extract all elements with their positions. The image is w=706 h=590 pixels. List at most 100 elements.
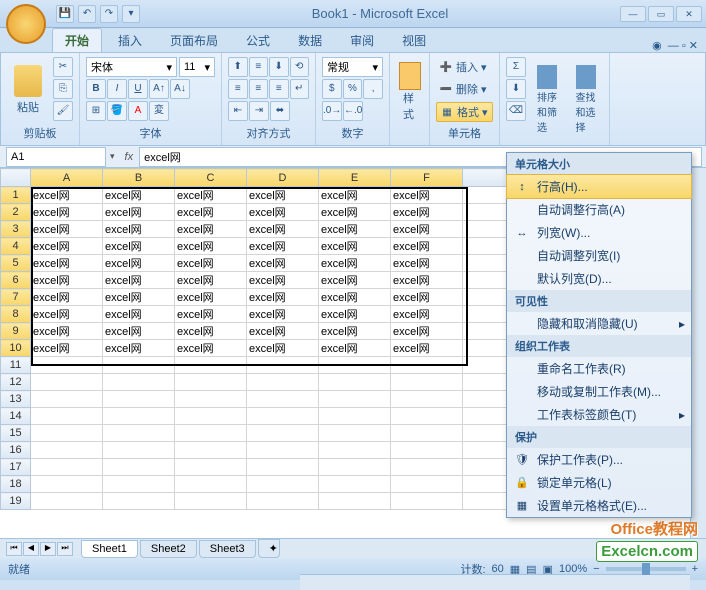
cell[interactable] [103, 374, 175, 391]
cell[interactable]: excel网 [175, 323, 247, 340]
cell[interactable] [103, 357, 175, 374]
cell[interactable] [31, 374, 103, 391]
cell[interactable]: excel网 [319, 323, 391, 340]
cell[interactable]: excel网 [247, 306, 319, 323]
menu-row-height[interactable]: ↕行高(H)... [506, 174, 692, 199]
cell[interactable] [247, 476, 319, 493]
menu-lock-cell[interactable]: 🔒锁定单元格(L) [507, 471, 691, 494]
cell[interactable] [247, 374, 319, 391]
cell[interactable]: excel网 [31, 221, 103, 238]
namebox-dropdown-icon[interactable]: ▾ [110, 151, 115, 162]
cell[interactable]: excel网 [319, 187, 391, 204]
cell[interactable] [247, 391, 319, 408]
close-button[interactable]: ✕ [676, 6, 702, 22]
cell[interactable] [391, 408, 463, 425]
cell[interactable]: excel网 [391, 187, 463, 204]
cell[interactable]: excel网 [319, 204, 391, 221]
zoom-slider[interactable] [606, 567, 686, 571]
grow-font-button[interactable]: A↑ [149, 79, 169, 99]
cell[interactable] [391, 493, 463, 510]
cell[interactable] [247, 442, 319, 459]
name-box[interactable]: A1 [6, 147, 106, 167]
sheet-tab-1[interactable]: Sheet1 [81, 540, 138, 558]
new-sheet-button[interactable]: ✦ [258, 539, 280, 558]
cell[interactable] [31, 357, 103, 374]
cell[interactable] [319, 459, 391, 476]
cell[interactable]: excel网 [391, 255, 463, 272]
cell[interactable]: excel网 [247, 289, 319, 306]
menu-rename-sheet[interactable]: 重命名工作表(R) [507, 357, 691, 380]
number-format-combo[interactable]: 常规▾ [322, 57, 383, 77]
cell[interactable] [319, 425, 391, 442]
menu-tab-color[interactable]: 工作表标签颜色(T)▸ [507, 403, 691, 426]
delete-cells-button[interactable]: ➖删除▾ [436, 80, 493, 98]
maximize-button[interactable]: ▭ [648, 6, 674, 22]
office-button[interactable] [6, 4, 46, 44]
cell[interactable] [31, 425, 103, 442]
cell[interactable] [391, 425, 463, 442]
undo-icon[interactable]: ↶ [78, 5, 96, 23]
cell[interactable] [175, 357, 247, 374]
menu-format-cells[interactable]: ▦设置单元格格式(E)... [507, 494, 691, 517]
format-cells-button[interactable]: ▦格式▾ [436, 102, 493, 122]
cell[interactable] [31, 442, 103, 459]
cell[interactable]: excel网 [319, 255, 391, 272]
cell[interactable] [175, 493, 247, 510]
cell[interactable]: excel网 [103, 204, 175, 221]
cell[interactable]: excel网 [247, 221, 319, 238]
decrease-indent-button[interactable]: ⇤ [228, 101, 248, 121]
menu-default-width[interactable]: 默认列宽(D)... [507, 267, 691, 290]
align-middle-button[interactable]: ≡ [249, 57, 269, 77]
cell[interactable] [391, 374, 463, 391]
fx-icon[interactable]: fx [125, 151, 134, 163]
cell[interactable] [247, 408, 319, 425]
cell[interactable]: excel网 [247, 255, 319, 272]
sheet-nav-first[interactable]: ⏮ [6, 542, 22, 556]
cell[interactable]: excel网 [175, 255, 247, 272]
cell[interactable]: excel网 [31, 238, 103, 255]
increase-decimal-button[interactable]: .0→ [322, 101, 342, 121]
cell[interactable]: excel网 [103, 323, 175, 340]
font-color-button[interactable]: A [128, 101, 148, 121]
border-button[interactable]: ⊞ [86, 101, 106, 121]
shrink-font-button[interactable]: A↓ [170, 79, 190, 99]
cell[interactable]: excel网 [319, 272, 391, 289]
menu-autofit-row[interactable]: 自动调整行高(A) [507, 198, 691, 221]
italic-button[interactable]: I [107, 79, 127, 99]
ribbon-minimize-icon[interactable]: — ▫ ✕ [668, 39, 698, 52]
vertical-scrollbar[interactable] [690, 168, 706, 538]
help-icon[interactable]: ◉ [652, 39, 662, 52]
cell[interactable]: excel网 [247, 187, 319, 204]
cell[interactable]: excel网 [175, 187, 247, 204]
cell[interactable]: excel网 [319, 306, 391, 323]
cell[interactable] [247, 493, 319, 510]
cell[interactable] [175, 476, 247, 493]
cell[interactable] [175, 459, 247, 476]
cell[interactable]: excel网 [391, 323, 463, 340]
cell[interactable]: excel网 [175, 306, 247, 323]
cell[interactable] [319, 391, 391, 408]
menu-move-copy-sheet[interactable]: 移动或复制工作表(M)... [507, 380, 691, 403]
clear-button[interactable]: ⌫ [506, 101, 526, 121]
currency-button[interactable]: $ [322, 79, 342, 99]
cell[interactable]: excel网 [31, 306, 103, 323]
cell[interactable]: excel网 [247, 204, 319, 221]
cell[interactable] [247, 459, 319, 476]
cell[interactable]: excel网 [247, 272, 319, 289]
tab-home[interactable]: 开始 [52, 28, 102, 52]
cell[interactable] [103, 391, 175, 408]
cell[interactable] [319, 374, 391, 391]
cell[interactable] [247, 357, 319, 374]
redo-icon[interactable]: ↷ [100, 5, 118, 23]
cell[interactable]: excel网 [103, 340, 175, 357]
cell[interactable] [103, 408, 175, 425]
sheet-tab-3[interactable]: Sheet3 [199, 540, 256, 558]
cell[interactable]: excel网 [175, 238, 247, 255]
sheet-nav-last[interactable]: ⏭ [57, 542, 73, 556]
insert-cells-button[interactable]: ➕插入▾ [436, 58, 493, 76]
increase-indent-button[interactable]: ⇥ [249, 101, 269, 121]
cell[interactable]: excel网 [247, 340, 319, 357]
menu-autofit-col[interactable]: 自动调整列宽(I) [507, 244, 691, 267]
cell[interactable] [175, 408, 247, 425]
cell[interactable] [31, 493, 103, 510]
